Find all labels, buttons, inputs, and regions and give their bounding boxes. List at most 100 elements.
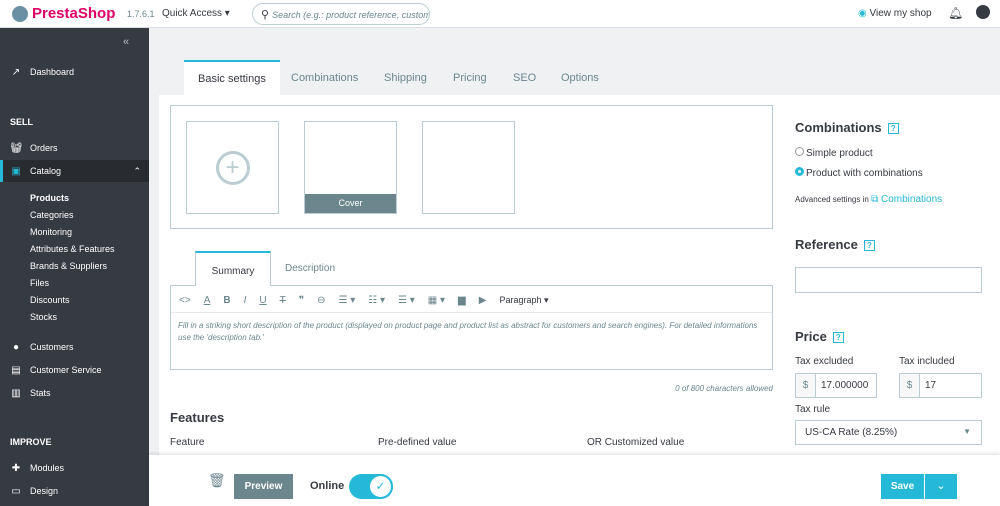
- media-icon[interactable]: ▶: [479, 295, 487, 306]
- title-text: Price: [795, 329, 827, 344]
- check-icon: ✓: [368, 474, 393, 499]
- sidebar-sub-files[interactable]: Files: [30, 278, 49, 288]
- radio-simple[interactable]: Simple product: [795, 147, 873, 159]
- user-icon[interactable]: [976, 5, 990, 19]
- sidebar-item-catalog[interactable]: ▣ Catalog ⌃: [0, 160, 149, 182]
- tab-options[interactable]: Options: [547, 60, 613, 96]
- reference-input[interactable]: [795, 267, 982, 293]
- online-toggle[interactable]: ✓: [349, 474, 393, 499]
- radio-checked-icon: [795, 167, 804, 176]
- sidebar-sub-monitoring[interactable]: Monitoring: [30, 227, 72, 237]
- text-color-icon[interactable]: A: [204, 295, 211, 306]
- save-dropdown-button[interactable]: ⌄: [925, 474, 957, 499]
- numbered-list-icon[interactable]: ☰ ▾: [398, 295, 415, 306]
- label: Orders: [30, 143, 58, 153]
- help-icon[interactable]: ?: [832, 332, 844, 344]
- chevron-down-icon: ⌄: [936, 480, 946, 492]
- tab-shipping[interactable]: Shipping: [370, 60, 441, 96]
- label: Modules: [30, 463, 65, 473]
- sidebar-item-dashboard[interactable]: ↗ Dashboard: [0, 61, 149, 83]
- link-icon[interactable]: ⊖: [317, 295, 325, 306]
- align-icon[interactable]: ☰ ▾: [339, 295, 356, 306]
- cover-image[interactable]: Cover: [304, 121, 397, 214]
- image-slot[interactable]: [422, 121, 515, 214]
- brand-logo[interactable]: PrestaShop: [32, 5, 115, 22]
- footer-bar: 🗑︎ Preview Online ✓ Save ⌄: [149, 455, 1000, 506]
- radio-icon: [795, 147, 804, 156]
- bold-icon[interactable]: B: [223, 295, 230, 306]
- view-shop-link[interactable]: ◉ View my shop: [858, 8, 932, 19]
- tab-combinations[interactable]: Combinations: [277, 60, 372, 96]
- monitor-icon: ▭: [11, 485, 21, 497]
- label: Stats: [30, 388, 51, 398]
- sidebar-item-stats[interactable]: ▥ Stats: [0, 382, 149, 404]
- strikethrough-icon[interactable]: T: [280, 295, 286, 306]
- bullet-list-icon[interactable]: ☷ ▾: [368, 295, 385, 306]
- chat-icon: ▤: [11, 364, 21, 376]
- italic-icon[interactable]: I: [244, 295, 247, 306]
- title-text: Reference: [795, 237, 858, 252]
- help-icon[interactable]: ?: [863, 240, 875, 252]
- editor-tab-summary[interactable]: Summary: [195, 251, 271, 286]
- sidebar-item-customers[interactable]: ● Customers: [0, 336, 149, 358]
- adv-text: Advanced settings in: [795, 195, 869, 204]
- underline-icon[interactable]: U: [259, 295, 266, 306]
- person-icon: ●: [12, 341, 20, 353]
- help-icon[interactable]: ?: [887, 123, 899, 135]
- price-title: Price?: [795, 329, 844, 344]
- eye-icon: ◉: [858, 8, 867, 19]
- paragraph-select[interactable]: Paragraph ▾: [499, 295, 548, 305]
- sidebar: « ↗ Dashboard SELL 🧺︎ Orders ▣ Catalog ⌃ Pro…: [0, 28, 149, 506]
- sidebar-item-orders[interactable]: 🧺︎ Orders: [0, 137, 149, 159]
- tax-rule-value: US-CA Rate (8.25%): [805, 427, 898, 438]
- tab-seo[interactable]: SEO: [499, 60, 550, 96]
- summary-editor[interactable]: <> A B I U T ❞ ⊖ ☰ ▾ ☷ ▾ ☰ ▾ ▦ ▾ ▆ ▶ Paragraph ▾ Fill …: [170, 285, 773, 370]
- editor-placeholder: Fill in a striking short description of …: [178, 321, 758, 342]
- plus-circle-icon: +: [215, 150, 250, 185]
- reference-title: Reference?: [795, 237, 875, 252]
- sidebar-sub-stocks[interactable]: Stocks: [30, 312, 57, 322]
- sidebar-item-customer-service[interactable]: ▤ Customer Service: [0, 359, 149, 381]
- sidebar-sub-discounts[interactable]: Discounts: [30, 295, 70, 305]
- image-icon[interactable]: ▆: [458, 295, 466, 306]
- preview-button[interactable]: Preview: [234, 474, 293, 499]
- bell-icon[interactable]: 🔔︎: [948, 6, 963, 20]
- table-icon[interactable]: ▦ ▾: [428, 295, 445, 306]
- price-incl-input[interactable]: $17: [899, 373, 982, 398]
- sidebar-sub-attributes[interactable]: Attributes & Features: [30, 244, 115, 254]
- store-icon: ▣: [11, 165, 21, 177]
- label: Design: [30, 486, 59, 496]
- tab-pricing[interactable]: Pricing: [439, 60, 501, 96]
- sidebar-item-design[interactable]: ▭ Design: [0, 480, 149, 502]
- currency-addon: $: [796, 374, 816, 397]
- logo-icon: [12, 6, 28, 22]
- price-excl-value: 17.000000: [821, 380, 869, 391]
- tax-rule-label: Tax rule: [795, 404, 831, 415]
- add-image-button[interactable]: +: [186, 121, 279, 214]
- sidebar-sub-brands[interactable]: Brands & Suppliers: [30, 261, 107, 271]
- collapse-icon[interactable]: «: [123, 36, 129, 48]
- trash-icon[interactable]: 🗑︎: [208, 472, 226, 489]
- version: 1.7.6.1: [127, 9, 155, 19]
- search-icon: ⚲: [261, 9, 270, 21]
- caret-down-icon: ▼: [963, 427, 971, 436]
- radio-with-combinations[interactable]: Product with combinations: [795, 167, 923, 179]
- adv-link-label: Combinations: [880, 194, 943, 205]
- tab-basic-settings[interactable]: Basic settings: [184, 60, 280, 96]
- code-icon[interactable]: <>: [179, 295, 191, 306]
- quick-access-menu[interactable]: Quick Access ▾: [162, 8, 230, 19]
- online-label: Online: [310, 480, 345, 492]
- sidebar-sub-categories[interactable]: Categories: [30, 210, 74, 220]
- search-input[interactable]: ⚲ Search (e.g.: product reference, custo…: [252, 3, 430, 25]
- sidebar-sub-products[interactable]: Products: [30, 193, 69, 203]
- quote-icon[interactable]: ❞: [299, 295, 304, 306]
- price-excl-input[interactable]: $17.000000: [795, 373, 877, 398]
- tax-rule-select[interactable]: US-CA Rate (8.25%) ▼: [795, 420, 982, 445]
- editor-tab-description[interactable]: Description: [285, 263, 335, 274]
- save-button[interactable]: Save: [881, 474, 924, 499]
- header: PrestaShop 1.7.6.1 Quick Access ▾ ⚲ Sear…: [0, 0, 1000, 28]
- adv-link[interactable]: ⧉ Combinations: [871, 194, 942, 205]
- currency-addon: $: [900, 374, 920, 397]
- sidebar-item-modules[interactable]: ✚ Modules: [0, 457, 149, 479]
- label: Customer Service: [30, 365, 102, 375]
